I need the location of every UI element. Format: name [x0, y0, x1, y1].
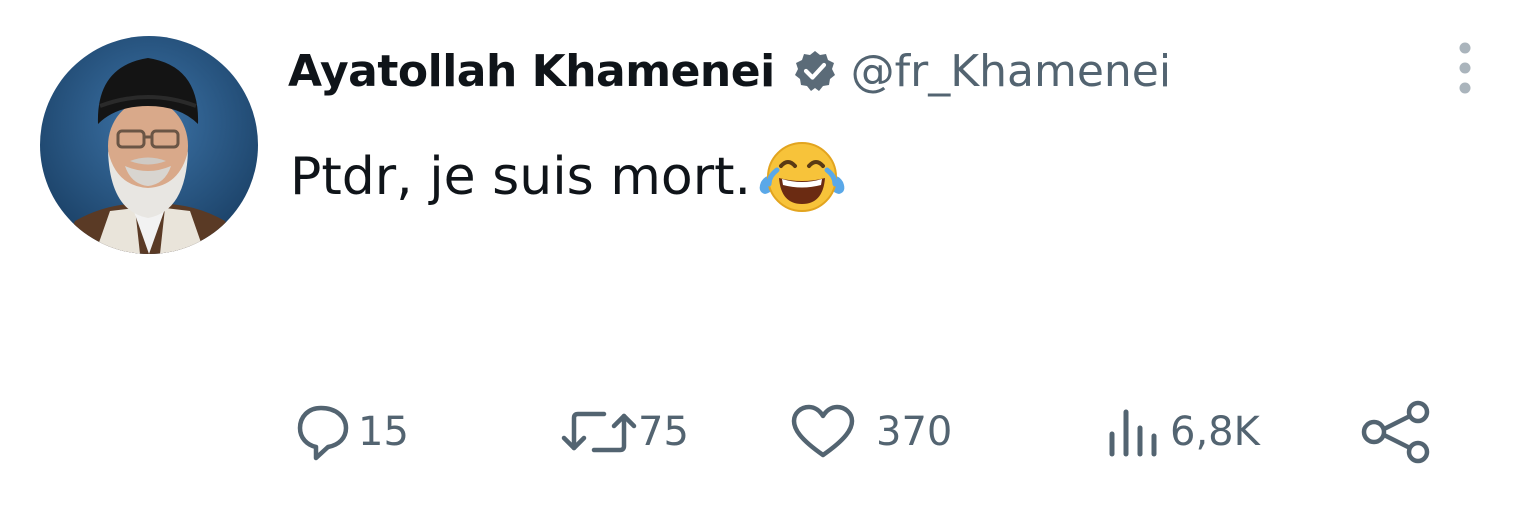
like-count: 370	[876, 409, 953, 455]
tweet[interactable]: Ayatollah Khamenei @fr_Khamenei Ptdr, je…	[0, 0, 1532, 510]
face-with-tears-of-joy-emoji	[757, 138, 847, 216]
repost-count: 75	[638, 409, 689, 455]
tweet-header: Ayatollah Khamenei @fr_Khamenei	[288, 36, 1171, 106]
user-handle[interactable]: @fr_Khamenei	[851, 46, 1171, 97]
share-nodes-icon	[1361, 400, 1430, 464]
reply-count: 15	[358, 409, 409, 455]
tweet-text: Ptdr, je suis mort.	[290, 147, 752, 207]
share-button[interactable]	[1360, 400, 1434, 464]
views-button[interactable]: 6,8K	[1106, 400, 1260, 464]
repost-button[interactable]: 75	[560, 400, 689, 464]
heart-icon	[791, 404, 855, 458]
display-name[interactable]: Ayatollah Khamenei	[288, 46, 775, 97]
bar-chart-icon	[1109, 409, 1157, 457]
comment-bubble-icon	[297, 405, 349, 461]
avatar[interactable]	[40, 36, 258, 254]
verified-badge-icon[interactable]	[793, 49, 837, 93]
views-count: 6,8K	[1170, 409, 1260, 455]
repost-arrows-icon	[561, 411, 637, 453]
more-options-button[interactable]	[1448, 40, 1482, 96]
vertical-dots-icon	[1459, 42, 1471, 94]
avatar-image	[40, 36, 258, 254]
reply-button[interactable]: 15	[296, 400, 409, 464]
like-button[interactable]: 370	[790, 400, 952, 464]
tweet-body: Ptdr, je suis mort.	[290, 138, 847, 216]
